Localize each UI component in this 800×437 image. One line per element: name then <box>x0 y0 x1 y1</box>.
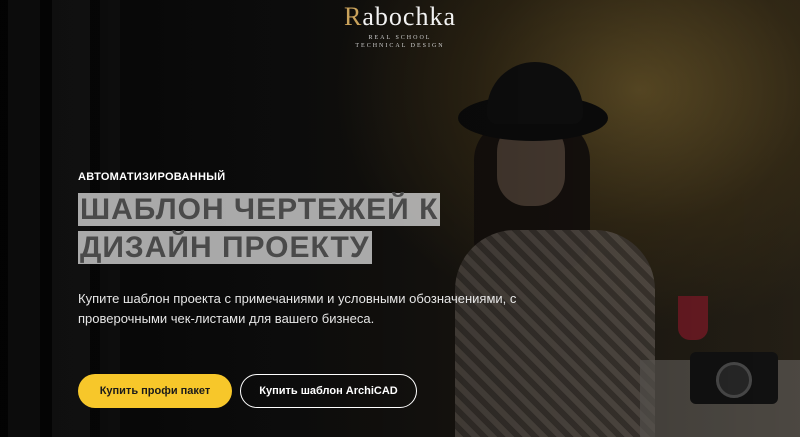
logo-wordmark: Rabochka <box>0 2 800 32</box>
hero-eyebrow: АВТОМАТИЗИРОВАННЫЙ <box>78 171 226 183</box>
logo-tagline-line1: REAL SCHOOL <box>368 35 432 41</box>
hero-title: ШАБЛОН ЧЕРТЕЖЕЙ К ДИЗАЙН ПРОЕКТУ <box>78 191 538 267</box>
logo-tagline: REAL SCHOOL TECHNICAL DESIGN <box>0 34 800 50</box>
buy-archicad-template-button[interactable]: Купить шаблон ArchiCAD <box>240 374 417 408</box>
hero-title-line1: ШАБЛОН ЧЕРТЕЖЕЙ К <box>78 193 441 226</box>
logo-name-rest: abochka <box>362 2 456 31</box>
hero-title-line2: ДИЗАЙН ПРОЕКТУ <box>78 231 372 264</box>
logo[interactable]: Rabochka REAL SCHOOL TECHNICAL DESIGN <box>0 2 800 50</box>
logo-initial: R <box>344 2 363 31</box>
hero-description: Купите шаблон проекта с примечаниями и у… <box>78 291 517 326</box>
hero-section: Rabochka REAL SCHOOL TECHNICAL DESIGN АВ… <box>0 0 800 437</box>
hero-content: АВТОМАТИЗИРОВАННЫЙ ШАБЛОН ЧЕРТЕЖЕЙ К ДИЗА… <box>78 171 538 329</box>
buy-pro-package-button[interactable]: Купить профи пакет <box>78 374 232 408</box>
logo-tagline-line2: TECHNICAL DESIGN <box>355 43 445 49</box>
